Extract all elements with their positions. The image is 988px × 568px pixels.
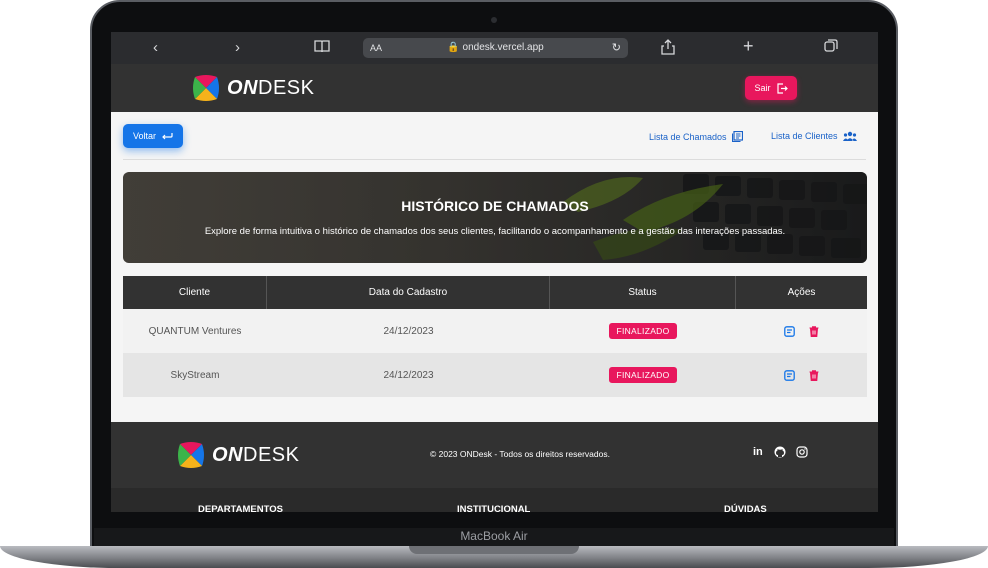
linkedin-icon[interactable]: in (753, 446, 763, 458)
github-icon[interactable] (774, 446, 786, 461)
logo-text: ONDESK (227, 76, 315, 99)
delete-icon[interactable] (809, 325, 819, 337)
delete-icon[interactable] (809, 369, 819, 381)
column-header-status: Status (550, 276, 736, 309)
column-header-cliente: Cliente (123, 276, 267, 309)
site-footer: ONDESK © 2023 ONDesk - Todos os direitos… (111, 422, 878, 488)
reload-icon[interactable]: ↻ (612, 38, 621, 58)
status-badge: FINALIZADO (609, 323, 677, 339)
nav-link-chamados-label: Lista de Chamados (649, 131, 727, 142)
device-model-label: MacBook Air (460, 529, 528, 543)
logout-label: Sair (754, 83, 771, 93)
table-row: SkyStream 24/12/2023 FINALIZADO (123, 353, 867, 397)
new-tab-icon[interactable]: + (743, 37, 754, 55)
logout-icon (776, 82, 788, 94)
main-content: Voltar Lista de Chamados Lista de Client… (111, 112, 878, 422)
banner-subtitle: Explore de forma intuitiva o histórico d… (204, 226, 786, 237)
column-header-acoes: Ações (787, 287, 816, 298)
cell-data: 24/12/2023 (383, 325, 434, 337)
cell-acoes (736, 309, 867, 353)
cell-data: 24/12/2023 (383, 369, 434, 381)
laptop-notch (409, 546, 579, 554)
cell-cliente: SkyStream (170, 369, 220, 381)
footer-section-duvidas[interactable]: DÚVIDAS (724, 504, 767, 512)
logout-button[interactable]: Sair (745, 76, 797, 100)
return-icon (162, 133, 173, 140)
status-badge: FINALIZADO (609, 367, 677, 383)
banner-background (123, 172, 867, 263)
tickets-table: Cliente Data do Cadastro Status Ações QU… (123, 276, 867, 397)
browser-toolbar: ‹ › AA 🔒 ondesk.vercel.app ↻ + (111, 32, 878, 64)
cell-status: FINALIZADO (550, 353, 736, 397)
url-value: ondesk.vercel.app (462, 42, 544, 53)
cell-status: FINALIZADO (550, 309, 736, 353)
cell-acoes (736, 353, 867, 397)
ondesk-logo-icon (193, 75, 219, 101)
header-logo[interactable]: ONDESK (193, 75, 314, 101)
screen: ‹ › AA 🔒 ondesk.vercel.app ↻ + ONDESK Sa… (111, 32, 878, 512)
ondesk-logo-icon (178, 442, 204, 468)
instagram-icon[interactable] (796, 446, 808, 461)
nav-link-clientes[interactable]: Lista de Clientes (771, 131, 857, 141)
logo-text: ONDESK (212, 443, 300, 466)
divider (123, 159, 866, 160)
hero-banner: HISTÓRICO DE CHAMADOS Explore de forma i… (123, 172, 867, 263)
nav-link-clientes-label: Lista de Clientes (771, 131, 838, 141)
forward-arrow-icon[interactable]: › (235, 39, 240, 57)
back-arrow-icon[interactable]: ‹ (153, 39, 158, 57)
footer-sections: DEPARTAMENTOS INSTITUCIONAL DÚVIDAS (111, 488, 878, 512)
book-icon[interactable] (314, 39, 330, 58)
view-details-icon[interactable] (784, 325, 795, 337)
table-header: Cliente Data do Cadastro Status Ações (123, 276, 867, 309)
banner-title: HISTÓRICO DE CHAMADOS (401, 198, 589, 214)
cell-cliente: QUANTUM Ventures (148, 325, 242, 337)
back-label: Voltar (132, 131, 156, 141)
users-icon (842, 131, 857, 141)
list-icon (731, 131, 743, 142)
copyright-text: © 2023 ONDesk - Todos os direitos reserv… (430, 449, 610, 459)
tabs-overview-icon[interactable] (824, 39, 838, 58)
view-details-icon[interactable] (784, 369, 795, 381)
footer-section-departamentos[interactable]: DEPARTAMENTOS (198, 504, 283, 512)
column-header-data: Data do Cadastro (267, 276, 550, 309)
share-icon[interactable] (661, 39, 675, 60)
site-header: ONDESK Sair (111, 64, 878, 112)
table-row: QUANTUM Ventures 24/12/2023 FINALIZADO (123, 309, 867, 353)
camera (491, 17, 497, 23)
address-bar[interactable]: AA 🔒 ondesk.vercel.app ↻ (363, 38, 628, 58)
url-text: 🔒 ondesk.vercel.app (447, 42, 544, 53)
footer-logo[interactable]: ONDESK (178, 442, 299, 468)
footer-section-institucional[interactable]: INSTITUCIONAL (457, 504, 530, 512)
back-button[interactable]: Voltar (123, 124, 183, 148)
nav-link-chamados[interactable]: Lista de Chamados (649, 131, 743, 142)
